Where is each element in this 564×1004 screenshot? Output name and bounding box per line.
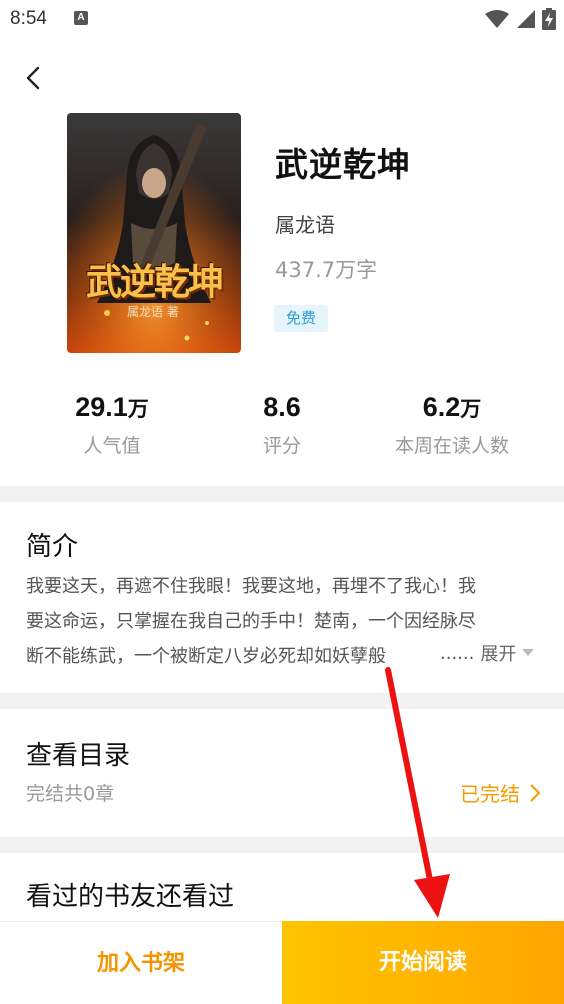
expand-button[interactable]: ...... 展开 bbox=[440, 640, 535, 666]
bottom-action-bar: 加入书架 开始阅读 bbox=[0, 921, 564, 1004]
caret-down-icon bbox=[522, 649, 535, 656]
signal-icon bbox=[517, 10, 535, 28]
intro-ellipsis: ...... bbox=[440, 642, 475, 664]
status-icons bbox=[484, 8, 556, 30]
stat-popularity: 29.1万 人气值 bbox=[52, 392, 172, 458]
intro-line: 要这命运，只掌握在我自己的手中！楚南，一个因经脉尽 bbox=[26, 611, 476, 632]
catalog-status[interactable]: 已完结 bbox=[460, 778, 540, 807]
stat-rating-label: 评分 bbox=[262, 435, 301, 457]
stat-popularity-label: 人气值 bbox=[83, 435, 141, 457]
stat-rating-value: 8.6 bbox=[263, 392, 301, 422]
wifi-icon bbox=[485, 10, 509, 28]
add-to-shelf-button[interactable]: 加入书架 bbox=[0, 921, 282, 1004]
chevron-right-icon bbox=[530, 783, 540, 802]
expand-label: 展开 bbox=[480, 644, 517, 665]
status-time: 8:54 bbox=[10, 8, 47, 29]
book-cover[interactable]: 武逆乾坤 属龙语 著 bbox=[67, 113, 241, 353]
catalog-row[interactable]: 查看目录 bbox=[0, 709, 564, 837]
stat-weekly-readers-label: 本周在读人数 bbox=[394, 435, 509, 457]
intro-title: 简介 bbox=[26, 532, 79, 562]
stat-weekly-readers-value: 6.2 bbox=[422, 392, 461, 422]
battery-charging-icon bbox=[542, 8, 556, 30]
cover-author-art: 属龙语 著 bbox=[127, 305, 179, 319]
chevron-left-icon bbox=[26, 66, 40, 90]
book-title: 武逆乾坤 bbox=[275, 145, 411, 184]
stat-weekly-readers-unit: 万 bbox=[460, 397, 482, 421]
intro-line: 我要这天，再遮不住我眼！我要这地，再埋不了我心！我 bbox=[26, 576, 476, 597]
section-divider bbox=[0, 693, 564, 709]
stat-rating: 8.6 评分 bbox=[222, 392, 342, 458]
book-author[interactable]: 属龙语 bbox=[275, 209, 335, 238]
start-reading-button[interactable]: 开始阅读 bbox=[282, 921, 564, 1004]
stat-popularity-value: 29.1 bbox=[75, 392, 128, 422]
stat-popularity-unit: 万 bbox=[127, 397, 149, 421]
free-badge: 免费 bbox=[274, 305, 329, 332]
cover-title-art: 武逆乾坤 bbox=[85, 261, 224, 303]
stat-weekly-readers: 6.2万 本周在读人数 bbox=[382, 392, 522, 458]
catalog-status-label: 已完结 bbox=[460, 782, 520, 806]
notification-badge-icon: A bbox=[74, 11, 88, 25]
book-word-count: 437.7万字 bbox=[275, 258, 378, 282]
status-bar: 8:54 A bbox=[0, 0, 564, 40]
recommend-title: 看过的书友还看过 bbox=[26, 882, 235, 912]
back-button[interactable] bbox=[18, 62, 50, 94]
section-divider bbox=[0, 837, 564, 853]
catalog-title: 查看目录 bbox=[26, 741, 131, 771]
section-divider bbox=[0, 486, 564, 502]
book-stats: 29.1万 人气值 8.6 评分 6.2万 本周在读人数 bbox=[0, 392, 564, 472]
intro-line: 断不能练武，一个被断定八岁必死却如妖孽般 bbox=[26, 646, 386, 667]
catalog-summary: 完结共0章 bbox=[26, 783, 115, 805]
